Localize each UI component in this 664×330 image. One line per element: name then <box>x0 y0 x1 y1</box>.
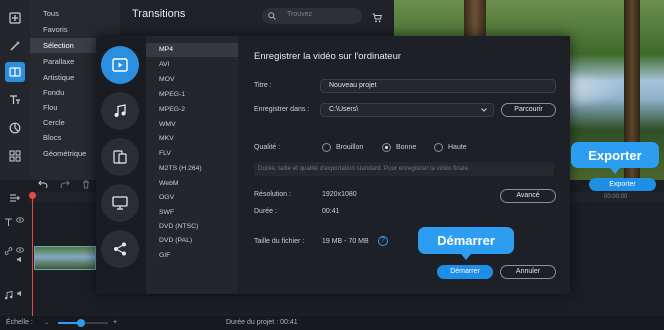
export-callout-tail <box>610 168 620 174</box>
text-track-icon <box>5 218 12 226</box>
format-list: MP4 AVI MOV MPEG-1 MPEG-2 WMV MKV FLV M2… <box>146 36 238 294</box>
export-callout: Exporter <box>571 142 659 174</box>
delete-icon[interactable] <box>82 180 90 189</box>
quality-label: Qualité : <box>254 144 281 151</box>
project-duration: Durée du projet : 00:41 <box>226 319 298 326</box>
advanced-button[interactable]: Avancé <box>500 189 556 203</box>
music-note-icon <box>4 291 13 300</box>
export-video-icon[interactable] <box>101 46 139 84</box>
transitions-title: Transitions <box>132 8 186 20</box>
export-devices-icon[interactable] <box>101 138 139 176</box>
save-location-value: C:\Users\ <box>329 106 359 113</box>
start-callout-tail <box>461 254 471 260</box>
format-item-avi[interactable]: AVI <box>146 58 238 72</box>
format-item-ogv[interactable]: OGV <box>146 191 238 205</box>
eye-icon[interactable] <box>16 247 24 253</box>
filesize-value: 19 MB - 70 MB <box>322 238 369 245</box>
format-item-gif[interactable]: GIF <box>146 249 238 263</box>
format-item-dvd-pal[interactable]: DVD (PAL) <box>146 234 238 248</box>
quality-good-radio[interactable] <box>382 143 391 152</box>
video-clip[interactable] <box>34 246 96 270</box>
resolution-label: Résolution : <box>254 191 291 198</box>
chevron-down-icon <box>481 108 487 112</box>
save-in-label: Enregistrer dans : <box>254 106 310 113</box>
undo-icon[interactable] <box>38 180 48 188</box>
format-item-dvd-ntsc[interactable]: DVD (NTSC) <box>146 220 238 234</box>
export-settings: Enregistrer la vidéo sur l'ordinateur Ti… <box>238 36 570 294</box>
app-window: Tous Favoris Sélection Parallaxe Artisti… <box>0 0 664 330</box>
title-label: Titre : <box>254 82 272 89</box>
search-placeholder: Trouvez <box>287 11 313 18</box>
title-field[interactable]: Nouveau projet <box>320 79 556 93</box>
format-item-swf[interactable]: SWF <box>146 206 238 220</box>
quality-high-radio[interactable] <box>434 143 443 152</box>
zoom-label: Échelle : <box>6 319 33 326</box>
zoom-slider[interactable] <box>58 319 108 327</box>
cancel-button[interactable]: Annuler <box>500 265 556 279</box>
export-tv-icon[interactable] <box>101 184 139 222</box>
browse-button[interactable]: Parcourir <box>501 103 556 117</box>
playhead[interactable] <box>32 192 33 317</box>
start-callout-text: Démarrer <box>437 233 495 248</box>
volume-icon[interactable] <box>16 256 24 263</box>
zoom-in-icon[interactable]: + <box>113 319 117 326</box>
export-callout-text: Exporter <box>588 147 642 163</box>
quality-high-label[interactable]: Haute <box>448 144 467 151</box>
search-icon <box>268 12 276 20</box>
store-cart-icon[interactable] <box>372 10 382 28</box>
export-audio-icon[interactable] <box>101 92 139 130</box>
duration-value: 00:41 <box>322 208 340 215</box>
resolution-value: 1920x1080 <box>322 191 357 198</box>
status-bar: Échelle : − + Durée du projet : 00:41 <box>0 316 664 330</box>
quality-draft-radio[interactable] <box>322 143 331 152</box>
redo-icon[interactable] <box>60 180 70 188</box>
transitions-icon[interactable] <box>5 62 25 82</box>
category-all[interactable]: Tous <box>30 6 120 21</box>
format-item-mov[interactable]: MOV <box>146 73 238 87</box>
left-toolbar <box>0 0 30 180</box>
link-icon[interactable] <box>4 247 13 255</box>
category-favorites[interactable]: Favoris <box>30 22 120 37</box>
volume-icon[interactable] <box>16 290 24 297</box>
duration-label: Durée : <box>254 208 277 215</box>
format-item-webm[interactable]: WebM <box>146 177 238 191</box>
zoom-slider-handle[interactable] <box>76 319 85 327</box>
add-track-icon[interactable] <box>10 194 20 202</box>
export-button[interactable]: Exporter <box>589 178 656 191</box>
format-item-wmv[interactable]: WMV <box>146 118 238 132</box>
export-target-sidebar <box>96 36 146 294</box>
format-item-mpeg1[interactable]: MPEG-1 <box>146 88 238 102</box>
search-input[interactable]: Trouvez <box>262 8 362 24</box>
format-item-flv[interactable]: FLV <box>146 147 238 161</box>
playhead-handle[interactable] <box>29 192 36 199</box>
stickers-icon[interactable] <box>5 118 25 138</box>
more-tools-icon[interactable] <box>5 146 25 166</box>
start-callout: Démarrer <box>418 227 514 260</box>
titles-icon[interactable] <box>5 90 25 110</box>
format-item-mp4[interactable]: MP4 <box>146 43 238 57</box>
format-item-mkv[interactable]: MKV <box>146 132 238 146</box>
format-item-mpeg2[interactable]: MPEG-2 <box>146 103 238 117</box>
export-dialog: MP4 AVI MOV MPEG-1 MPEG-2 WMV MKV FLV M2… <box>96 36 570 294</box>
filesize-label: Taille du fichier : <box>254 238 305 245</box>
start-button[interactable]: Démarrer <box>437 265 493 279</box>
quality-good-label[interactable]: Bonne <box>396 144 416 151</box>
preview-timecode: 00:00:00 <box>604 194 628 200</box>
dialog-title: Enregistrer la vidéo sur l'ordinateur <box>254 51 402 62</box>
quality-hint: Durée, taille et qualité d'exportation s… <box>254 162 554 176</box>
share-icon[interactable] <box>101 230 139 268</box>
help-icon[interactable]: ? <box>378 236 388 246</box>
quality-draft-label[interactable]: Brouillon <box>336 144 363 151</box>
eye-icon[interactable] <box>16 217 24 223</box>
import-icon[interactable] <box>5 8 25 28</box>
zoom-out-icon[interactable]: − <box>45 321 49 327</box>
save-location-select[interactable]: C:\Users\ <box>320 103 494 117</box>
format-item-m2ts[interactable]: M2TS (H.264) <box>146 162 238 176</box>
magic-wand-icon[interactable] <box>5 36 25 56</box>
